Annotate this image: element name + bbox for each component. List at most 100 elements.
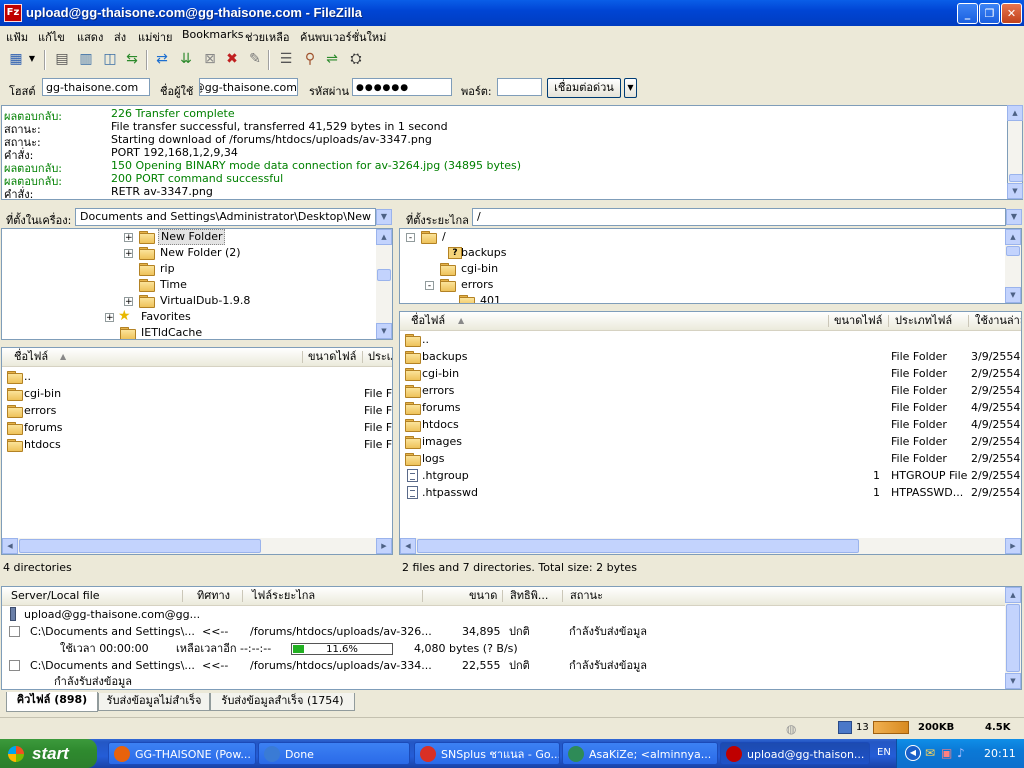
cancel-operation-icon[interactable]: ⊠ xyxy=(200,49,220,69)
queue-col-size[interactable]: ขนาด xyxy=(469,587,497,605)
disconnect-icon[interactable]: ✖ xyxy=(222,49,242,69)
remote-file-hscroll-thumb[interactable] xyxy=(417,539,859,553)
remote-col-filename[interactable]: ชื่อไฟล์ xyxy=(411,312,445,330)
quickconnect-button[interactable]: เชื่อมต่อด่วน xyxy=(547,78,621,98)
local-tree-item[interactable]: + New Folder xyxy=(2,229,372,245)
local-tree-item[interactable]: + New Folder (2) xyxy=(2,245,372,261)
directory-listing-filters-icon[interactable]: ☰ xyxy=(276,49,296,69)
local-path-input[interactable]: Documents and Settings\Administrator\Des… xyxy=(75,208,376,226)
quickconnect-dropdown-icon[interactable]: ▼ xyxy=(624,78,637,98)
scroll-left-icon[interactable]: ◀ xyxy=(400,538,416,554)
tab-failed-transfers[interactable]: รับส่งข้อมูลไม่สำเร็จ xyxy=(98,693,210,711)
taskbar-task[interactable]: upload@gg-thaison... xyxy=(720,742,870,765)
remote-tree-item[interactable]: 401 xyxy=(400,293,1000,303)
refresh-icon[interactable]: ⇄ xyxy=(152,49,172,69)
toggle-log-icon[interactable]: ▤ xyxy=(52,49,72,69)
local-col-filename[interactable]: ชื่อไฟล์ xyxy=(14,348,48,366)
toggle-local-tree-icon[interactable]: ▥ xyxy=(76,49,96,69)
queue-scroll-thumb[interactable] xyxy=(1006,604,1020,672)
expand-icon[interactable]: + xyxy=(124,233,133,243)
remote-file-row[interactable]: backups File Folder 3/9/2554 1 xyxy=(400,349,1021,365)
remote-tree-item[interactable]: cgi-bin xyxy=(400,261,1000,277)
local-tree-item[interactable]: IETldCache xyxy=(2,325,372,339)
local-col-filetype[interactable]: ประเภ xyxy=(368,348,392,366)
remote-path-dropdown-icon[interactable]: ▼ xyxy=(1006,209,1022,225)
remote-file-row[interactable]: cgi-bin File Folder 2/9/2554 1 xyxy=(400,366,1021,382)
local-tree-item[interactable]: + VirtualDub-1.9.8 xyxy=(2,293,372,309)
queue-row[interactable]: C:\Documents and Settings\... <<-- /foru… xyxy=(2,624,1002,640)
scroll-down-icon[interactable]: ▼ xyxy=(376,323,392,339)
start-button[interactable]: start xyxy=(0,739,97,768)
scroll-up-icon[interactable]: ▲ xyxy=(376,229,392,245)
remote-tree-item[interactable]: ? backups xyxy=(400,245,1000,261)
close-button[interactable]: ✕ xyxy=(1001,3,1022,24)
remote-tree-item[interactable]: - errors xyxy=(400,277,1000,293)
expand-icon[interactable]: - xyxy=(425,281,434,291)
minimize-button[interactable]: _ xyxy=(957,3,978,24)
taskbar-task[interactable]: SNSplus ชาแนล - Go... xyxy=(414,742,560,765)
remote-path-input[interactable]: / xyxy=(472,208,1006,226)
expand-icon[interactable]: - xyxy=(406,233,415,243)
remote-tree-scroll-thumb[interactable] xyxy=(1006,246,1020,256)
menu-transfer[interactable]: ส่ง xyxy=(114,28,126,46)
scroll-right-icon[interactable]: ▶ xyxy=(376,538,392,554)
scroll-left-icon[interactable]: ◀ xyxy=(2,538,18,554)
local-file-hscrollbar[interactable]: ◀ ▶ xyxy=(2,538,392,554)
host-input[interactable]: gg-thaisone.com xyxy=(42,78,150,96)
queue-scrollbar[interactable]: ▲ ▼ xyxy=(1005,587,1021,689)
tray-mail-icon[interactable]: ✉ xyxy=(925,746,935,760)
menu-bookmarks[interactable]: Bookmarks xyxy=(182,28,243,41)
language-indicator[interactable]: EN xyxy=(877,747,891,758)
scroll-down-icon[interactable]: ▼ xyxy=(1005,673,1021,689)
log-scroll-thumb[interactable] xyxy=(1009,174,1023,182)
expand-icon[interactable]: + xyxy=(105,313,114,323)
expand-icon[interactable]: + xyxy=(124,249,133,259)
remote-file-row[interactable]: errors File Folder 2/9/2554 1 xyxy=(400,383,1021,399)
scroll-up-icon[interactable]: ▲ xyxy=(1005,587,1021,603)
tab-queued-files[interactable]: คิวไฟล์ (898) xyxy=(6,692,98,712)
local-tree-scrollbar[interactable]: ▲ ▼ xyxy=(376,229,392,339)
local-tree-item[interactable]: + ★ Favorites xyxy=(2,308,372,325)
clock[interactable]: 20:11 xyxy=(984,747,1016,760)
local-path-dropdown-icon[interactable]: ▼ xyxy=(376,209,392,225)
local-col-filesize[interactable]: ขนาดไฟล์ xyxy=(308,348,356,366)
local-tree-item[interactable]: rip xyxy=(2,261,372,277)
local-file-row[interactable]: .. xyxy=(2,369,392,385)
site-manager-icon[interactable]: ▦ xyxy=(6,49,26,69)
toggle-remote-tree-icon[interactable]: ◫ xyxy=(100,49,120,69)
menu-view[interactable]: แสดง xyxy=(77,28,103,46)
menu-server[interactable]: แม่ข่าย xyxy=(138,28,172,46)
tab-successful-transfers[interactable]: รับส่งข้อมูลสำเร็จ (1754) xyxy=(210,693,355,711)
menu-edit[interactable]: แก้ไข xyxy=(38,28,65,46)
scroll-up-icon[interactable]: ▲ xyxy=(1007,105,1023,121)
tray-expand-icon[interactable]: ◀ xyxy=(905,745,921,761)
user-input[interactable]: upload@gg-thaisone.com xyxy=(199,78,298,96)
remote-tree-scrollbar[interactable]: ▲ ▼ xyxy=(1005,229,1021,303)
local-file-row[interactable]: cgi-bin File Fo xyxy=(2,386,392,402)
tray-app-icon[interactable]: ▣ xyxy=(941,746,952,760)
scroll-up-icon[interactable]: ▲ xyxy=(1005,229,1021,245)
remote-file-row[interactable]: images File Folder 2/9/2554 2 xyxy=(400,434,1021,450)
remote-tree-item[interactable]: - / xyxy=(400,229,1000,245)
toggle-queue-icon[interactable]: ⇆ xyxy=(122,49,142,69)
scroll-down-icon[interactable]: ▼ xyxy=(1005,287,1021,303)
remote-col-filetype[interactable]: ประเภทไฟล์ xyxy=(895,312,952,330)
log-scrollbar[interactable]: ▲ ▼ xyxy=(1007,105,1023,200)
scroll-right-icon[interactable]: ▶ xyxy=(1005,538,1021,554)
expand-icon[interactable]: + xyxy=(124,297,133,307)
local-tree-item[interactable]: Time xyxy=(2,277,372,293)
reconnect-icon[interactable]: ✎ xyxy=(245,49,265,69)
remote-col-modified[interactable]: ใช้งานล่าสุ xyxy=(975,312,1021,330)
maximize-button[interactable]: ❐ xyxy=(979,3,1000,24)
site-manager-dropdown-icon[interactable]: ▼ xyxy=(26,49,38,69)
remote-file-hscrollbar[interactable]: ◀ ▶ xyxy=(400,538,1021,554)
remote-file-row[interactable]: .htpasswd 1 HTPASSWD... 2/9/2554 1 xyxy=(400,485,1021,501)
queue-col-local[interactable]: Server/Local file xyxy=(11,587,100,605)
tray-speaker-icon[interactable]: ♪ xyxy=(957,746,965,760)
local-file-row[interactable]: forums File Fo xyxy=(2,420,392,436)
menu-new-version[interactable]: ค้นพบเวอร์ชั่นใหม่ xyxy=(300,28,386,46)
password-input[interactable]: ●●●●●● xyxy=(352,78,452,96)
port-input[interactable] xyxy=(497,78,542,96)
search-files-icon[interactable]: ⛭ xyxy=(346,49,366,69)
taskbar-task[interactable]: GG-THAISONE (Pow... xyxy=(108,742,256,765)
